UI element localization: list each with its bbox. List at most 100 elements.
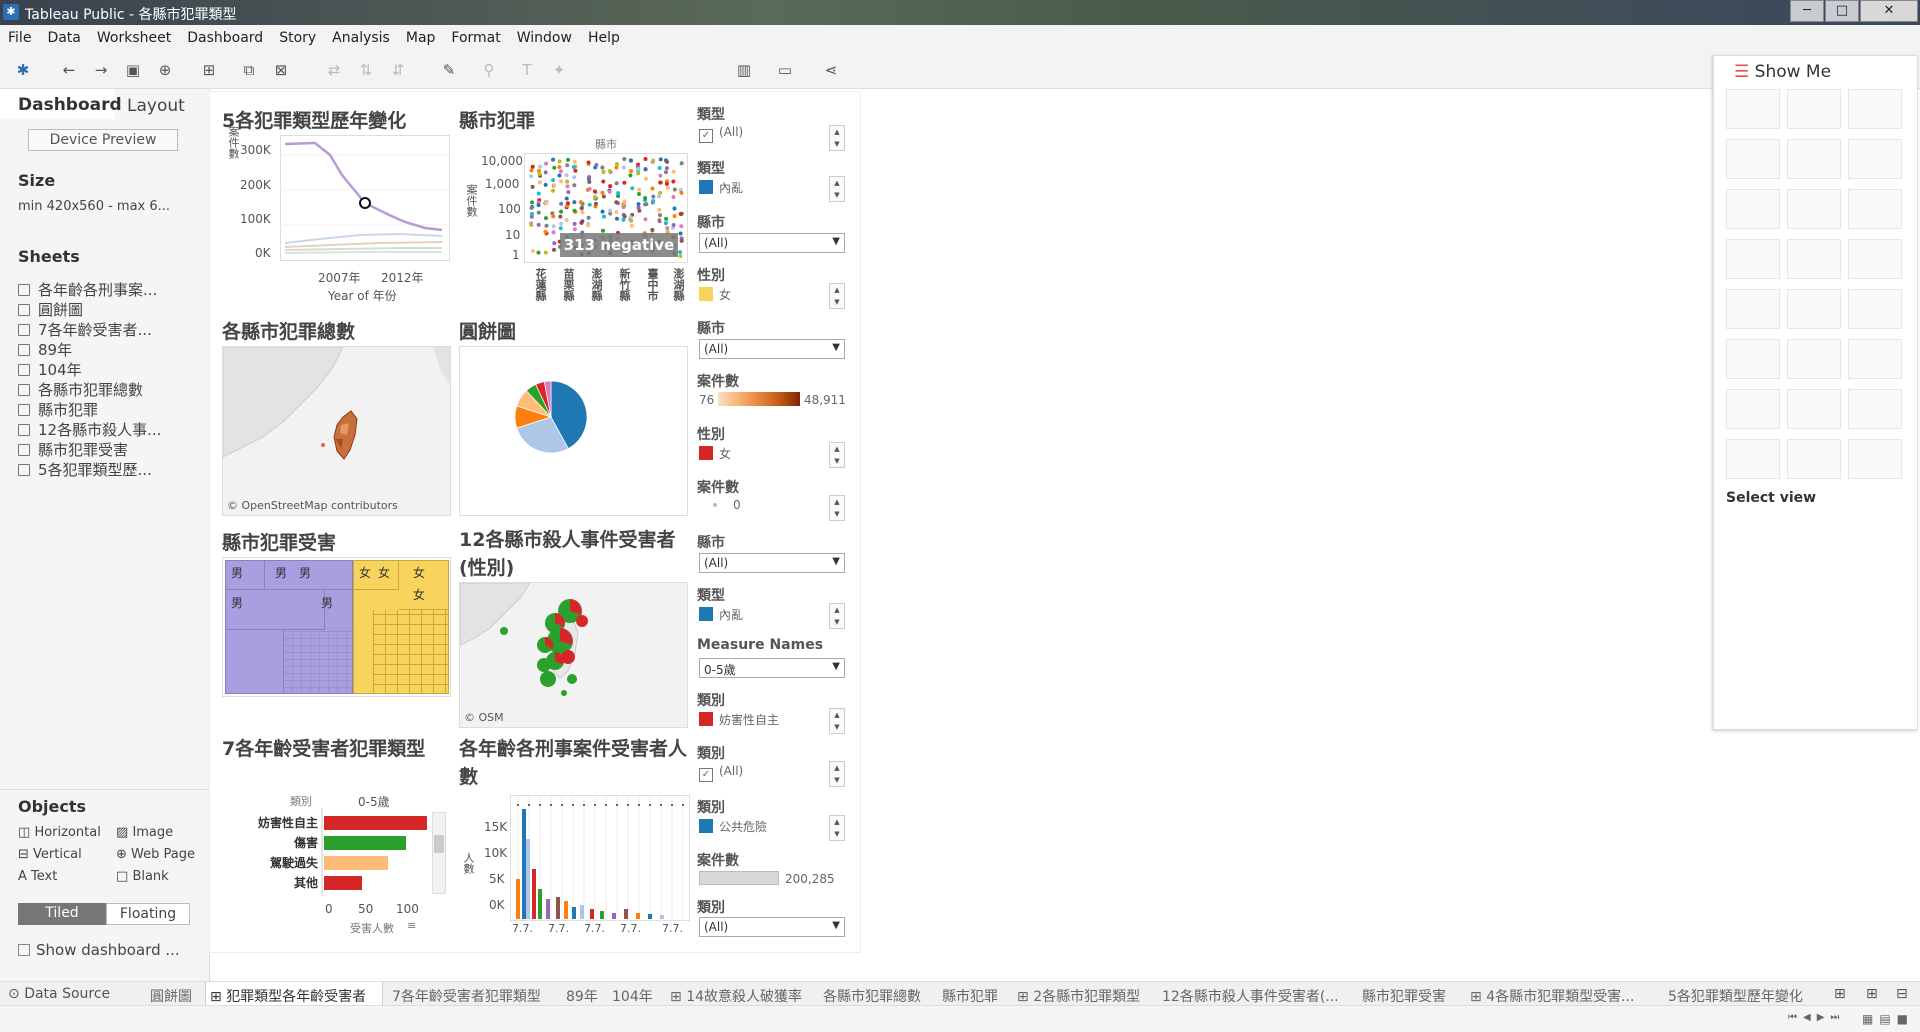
sheet-item[interactable]: 各年齡各刑事案... (18, 279, 157, 300)
object-blank[interactable]: □ Blank (116, 869, 169, 884)
scroll-spinner[interactable]: ▲ ▼ (829, 125, 845, 151)
scroll-spinner[interactable]: ▲ ▼ (829, 761, 845, 787)
filter-dropdown[interactable]: (All) ▼ (699, 553, 845, 573)
tab[interactable]: 7各年齡受害者犯罪類型 (392, 986, 541, 1006)
sort-asc-icon[interactable]: ⇅ (357, 61, 375, 79)
chart-type-tile[interactable] (1787, 239, 1841, 279)
histogram-bar[interactable] (572, 907, 576, 919)
chart-type-tile[interactable] (1787, 189, 1841, 229)
tab[interactable]: 12各縣市殺人事件受害者(... (1162, 986, 1339, 1006)
device-preview-button[interactable]: Device Preview (28, 129, 178, 151)
object-text[interactable]: A Text (18, 869, 57, 884)
chart-type-tile[interactable] (1787, 339, 1841, 379)
bar[interactable] (324, 856, 388, 870)
undo-icon[interactable]: ← (60, 61, 78, 79)
pin-icon[interactable]: ✦ (550, 61, 568, 79)
histogram-bar[interactable] (564, 901, 568, 919)
horizontal-bar-chart[interactable]: 妨害性自主傷害駕駛過失其他 (222, 808, 427, 896)
chart-type-tile[interactable] (1848, 439, 1902, 479)
menu-data[interactable]: Data (39, 25, 88, 46)
legend-item[interactable]: 內亂 (699, 606, 743, 623)
scroll-spinner[interactable]: ▲ ▼ (829, 603, 845, 629)
histogram-bar[interactable] (648, 914, 652, 919)
chart-type-tile[interactable] (1848, 339, 1902, 379)
new-sheet-icon[interactable]: ⊞ (200, 61, 218, 79)
tiled-toggle[interactable]: Tiled (18, 903, 106, 925)
bar[interactable] (324, 876, 362, 890)
tab-layout[interactable]: Layout (127, 96, 185, 116)
chart-type-tile[interactable] (1726, 339, 1780, 379)
legend-item[interactable]: 內亂 (699, 179, 743, 196)
legend-item[interactable]: 女 (699, 286, 731, 303)
clear-sheet-icon[interactable]: ⊠ (272, 61, 290, 79)
object-webpage[interactable]: ⊕ Web Page (116, 847, 195, 862)
scrollbar[interactable] (432, 812, 446, 894)
sheet-item[interactable]: 縣市犯罪受害 (18, 439, 128, 460)
tab[interactable]: 縣市犯罪 (942, 986, 998, 1006)
sheet-item[interactable]: 104年 (18, 359, 82, 380)
show-title-checkbox[interactable]: Show dashboard ... (18, 941, 180, 959)
filter-dropdown[interactable]: (All) ▼ (699, 917, 845, 937)
object-vertical[interactable]: ⊟ Vertical (18, 847, 82, 862)
chart-type-tile[interactable] (1726, 289, 1780, 329)
share-icon[interactable]: ⋖ (822, 61, 840, 79)
chart-type-tile[interactable] (1848, 139, 1902, 179)
show-cards-icon[interactable]: ▥ (735, 61, 753, 79)
label-icon[interactable]: T (518, 61, 536, 79)
histogram-bar[interactable] (546, 899, 550, 919)
line-chart[interactable] (280, 135, 450, 262)
swap-icon[interactable]: ⇄ (325, 61, 343, 79)
symbol-map[interactable]: © OSM (459, 582, 688, 728)
tableau-home-icon[interactable]: ✱ (14, 61, 32, 79)
scroll-spinner[interactable]: ▲ ▼ (829, 442, 845, 468)
legend-item[interactable]: 公共危險 (699, 818, 767, 835)
menu-analysis[interactable]: Analysis (324, 25, 398, 46)
new-datasource-icon[interactable]: ⊕ (156, 61, 174, 79)
filter-checkbox-all[interactable]: ✓ (All) (699, 125, 743, 143)
chart-type-tile[interactable] (1787, 139, 1841, 179)
menu-file[interactable]: File (0, 25, 39, 46)
scroll-spinner[interactable]: ▲ ▼ (829, 815, 845, 841)
filter-dropdown[interactable]: (All) ▼ (699, 339, 845, 359)
menu-format[interactable]: Format (443, 25, 508, 46)
show-me-button[interactable]: ☰ Show Me (1734, 62, 1831, 82)
bar[interactable] (324, 816, 427, 830)
menu-dashboard[interactable]: Dashboard (179, 25, 271, 46)
tab[interactable]: ⊞ 14故意殺人破獲率 (670, 986, 802, 1006)
new-worksheet-icon[interactable]: ⊞ (1834, 986, 1846, 1002)
sheet-item[interactable]: 5各犯罪類型歷... (18, 459, 152, 480)
new-dashboard-icon[interactable]: ⊞ (1866, 986, 1878, 1002)
chart-type-tile[interactable] (1726, 89, 1780, 129)
sheet-item[interactable]: 12各縣市殺人事... (18, 419, 161, 440)
duplicate-sheet-icon[interactable]: ⧉ (240, 61, 258, 79)
object-image[interactable]: ▨ Image (116, 825, 173, 840)
chart-type-tile[interactable] (1726, 239, 1780, 279)
scroll-spinner[interactable]: ▲ ▼ (829, 708, 845, 734)
histogram-bar[interactable] (526, 839, 530, 919)
minimize-button[interactable]: ─ (1790, 0, 1824, 22)
size-dropdown[interactable]: min 420x560 - max 6... (18, 199, 170, 214)
floating-toggle[interactable]: Floating (106, 903, 190, 925)
histogram-bar[interactable] (532, 869, 536, 919)
scroll-thumb[interactable] (434, 835, 444, 853)
chart-type-tile[interactable] (1726, 189, 1780, 229)
sort-icon[interactable]: ≡ (407, 919, 416, 932)
menu-map[interactable]: Map (398, 25, 444, 46)
filter-dropdown[interactable]: 0-5歲 ▼ (699, 658, 845, 678)
histogram-bar[interactable] (522, 809, 526, 919)
scroll-spinner[interactable]: ▲ ▼ (829, 495, 845, 521)
tab-dashboard[interactable]: Dashboard (18, 95, 122, 115)
sheet-item[interactable]: 89年 (18, 339, 72, 360)
chart-type-tile[interactable] (1848, 289, 1902, 329)
sheet-item[interactable]: 7各年齡受害者... (18, 319, 152, 340)
object-horizontal[interactable]: ◫ Horizontal (18, 825, 101, 840)
close-button[interactable]: ✕ (1860, 0, 1918, 22)
histogram-bar[interactable] (660, 915, 664, 919)
chart-type-tile[interactable] (1848, 189, 1902, 229)
view-mode-icons[interactable]: ▦▤■ (1862, 1012, 1914, 1026)
treemap[interactable]: 男 男 男 男 男 女 女 女 女 (222, 557, 451, 697)
chart-type-tile[interactable] (1848, 389, 1902, 429)
tab[interactable]: ⊞ 2各縣市犯罪類型 (1017, 986, 1140, 1006)
menu-window[interactable]: Window (509, 25, 580, 46)
histogram-bar[interactable] (636, 913, 640, 919)
